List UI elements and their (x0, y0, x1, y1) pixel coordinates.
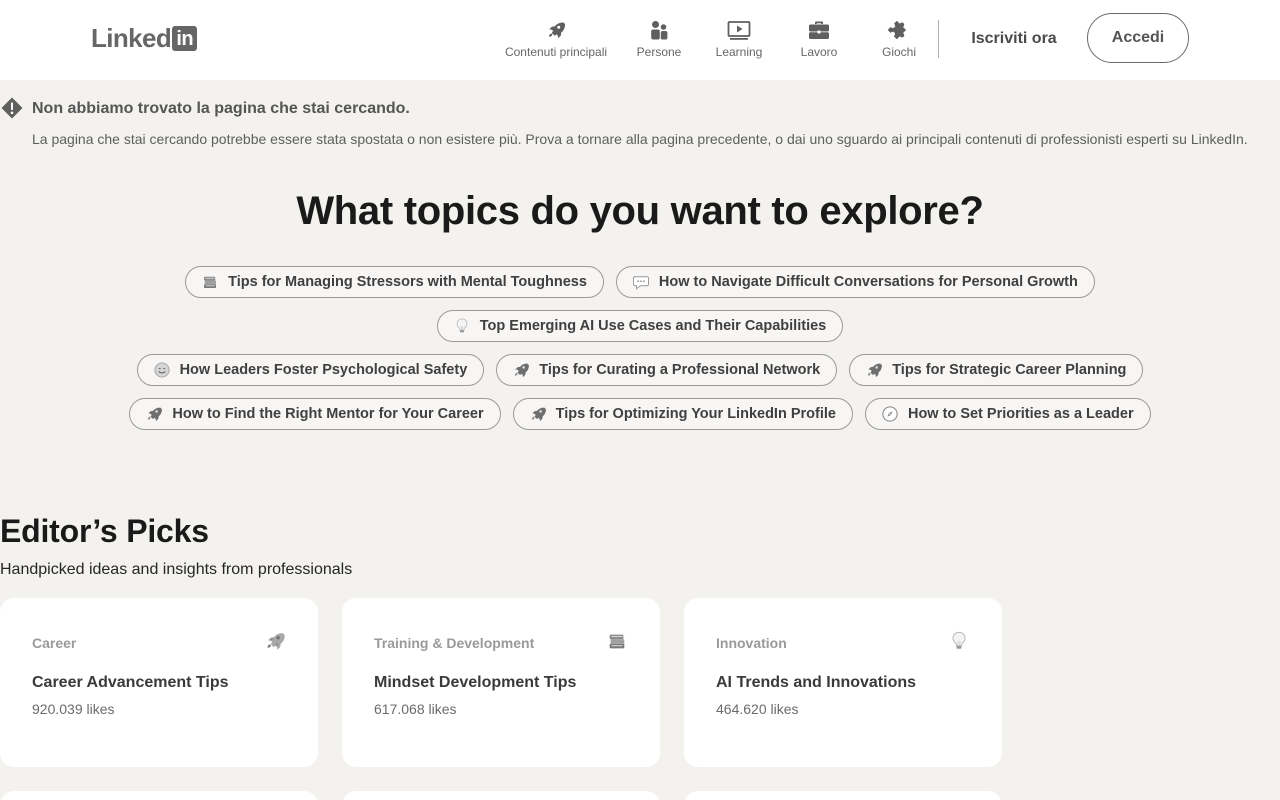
top-navigation-bar: Linked in Contenuti principali Persone Le… (0, 0, 1280, 80)
rocket-icon (512, 361, 530, 379)
pick-card-partial[interactable] (342, 791, 660, 800)
nav-label-top-content: Contenuti principali (504, 45, 608, 59)
topic-pill[interactable]: How to Set Priorities as a Leader (864, 398, 1151, 430)
card-likes-count: 464.620 likes (716, 701, 799, 717)
rocket-icon (529, 405, 547, 423)
card-category: Training & Development (374, 635, 535, 651)
topic-pill[interactable]: Tips for Strategic Career Planning (849, 354, 1144, 386)
smiley-icon (153, 361, 171, 379)
nav-divider (938, 20, 939, 58)
join-now-button[interactable]: Iscriviti ora (962, 24, 1066, 54)
nav-label-learning: Learning (715, 45, 763, 59)
briefcase-icon (809, 21, 829, 39)
rocket-icon (145, 405, 163, 423)
topic-pill-label: How to Navigate Difficult Conversations … (658, 274, 1078, 290)
logo-in-box: in (172, 25, 198, 51)
card-likes-count: 617.068 likes (374, 701, 457, 717)
nav-label-jobs: Lavoro (800, 45, 838, 59)
topic-pill-row-4: How to Find the Right Mentor for Your Ca… (0, 398, 1280, 430)
topic-pill-label: How Leaders Foster Psychological Safety (179, 362, 468, 378)
pick-card[interactable]: Career Career Advancement Tips 920.039 l… (0, 598, 318, 767)
pick-card[interactable]: Training & Development Mindset Developme… (342, 598, 660, 767)
linkedin-logo[interactable]: Linked in (91, 23, 198, 53)
lightbulb-icon (948, 630, 970, 652)
topic-pill[interactable]: Tips for Optimizing Your LinkedIn Profil… (512, 398, 853, 430)
topic-pill-label: Top Emerging AI Use Cases and Their Capa… (479, 318, 827, 334)
topic-pill[interactable]: How to Navigate Difficult Conversations … (615, 266, 1095, 298)
speech-bubble-icon (632, 273, 650, 291)
alert-icon (1, 97, 23, 119)
topic-pill-row-3: How Leaders Foster Psychological Safety … (0, 354, 1280, 386)
editors-picks-heading: Editor’s Picks (0, 513, 209, 549)
topic-pill-label: How to Set Priorities as a Leader (907, 406, 1134, 422)
pick-card-partial[interactable] (684, 791, 1002, 800)
topic-pill-label: Tips for Optimizing Your LinkedIn Profil… (555, 406, 836, 422)
puzzle-icon (887, 20, 907, 40)
nav-label-games: Giochi (881, 45, 916, 59)
sign-in-button[interactable]: Accedi (1087, 13, 1189, 63)
topic-pill-label: Tips for Strategic Career Planning (892, 362, 1127, 378)
topic-pill-label: How to Find the Right Mentor for Your Ca… (172, 406, 484, 422)
rocket-icon (264, 630, 286, 652)
topic-pill-label: Tips for Curating a Professional Network (539, 362, 821, 378)
pick-card[interactable]: Innovation AI Trends and Innovations 464… (684, 598, 1002, 767)
card-title: Career Advancement Tips (32, 674, 229, 691)
topic-pill[interactable]: Tips for Managing Stressors with Mental … (185, 266, 604, 298)
error-description: La pagina che stai cercando potrebbe ess… (32, 131, 1248, 147)
card-title: Mindset Development Tips (374, 674, 577, 691)
learning-icon (727, 21, 751, 40)
card-category: Career (32, 635, 77, 651)
lightbulb-icon (453, 317, 471, 335)
books-icon (606, 630, 628, 652)
editors-picks-subtitle: Handpicked ideas and insights from profe… (0, 561, 353, 578)
pick-card-partial[interactable] (0, 791, 318, 800)
rocket-icon (549, 22, 566, 39)
topic-pill-row-1: Tips for Managing Stressors with Mental … (0, 266, 1280, 298)
card-likes-count: 920.039 likes (32, 701, 115, 717)
books-icon (201, 273, 219, 291)
topic-pill-row-2: Top Emerging AI Use Cases and Their Capa… (0, 310, 1280, 342)
topic-pill[interactable]: Tips for Curating a Professional Network (496, 354, 838, 386)
nav-item-top-content[interactable]: Contenuti principali (500, 18, 612, 62)
topic-pill[interactable]: How to Find the Right Mentor for Your Ca… (129, 398, 501, 430)
card-category: Innovation (716, 635, 787, 651)
people-icon (651, 21, 668, 40)
explore-topics-heading: What topics do you want to explore? (296, 189, 984, 233)
card-title: AI Trends and Innovations (716, 674, 917, 691)
topic-pill-label: Tips for Managing Stressors with Mental … (228, 274, 587, 290)
topic-pill[interactable]: Top Emerging AI Use Cases and Their Capa… (436, 310, 844, 342)
rocket-icon (865, 361, 883, 379)
logo-wordmark: Linked (91, 23, 172, 53)
nav-label-people: Persone (636, 45, 682, 59)
topic-pill[interactable]: How Leaders Foster Psychological Safety (136, 354, 485, 386)
error-title: Non abbiamo trovato la pagina che stai c… (32, 100, 410, 117)
compass-icon (881, 405, 899, 423)
